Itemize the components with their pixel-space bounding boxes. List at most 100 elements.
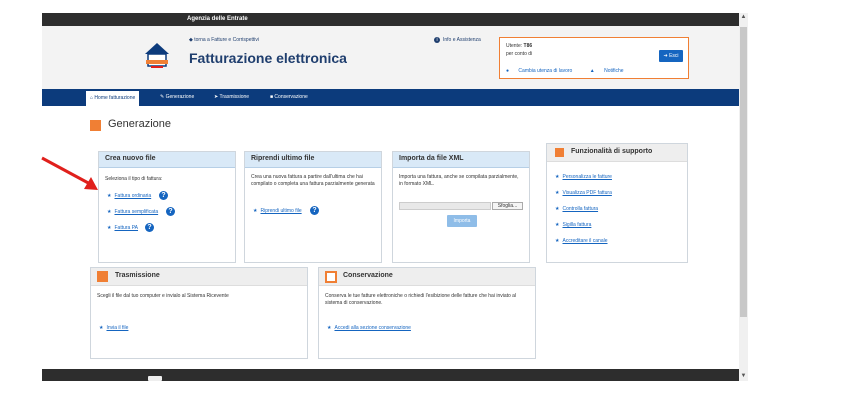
link-label: Accreditare il canale [562, 238, 608, 244]
user-actions: ● Cambia utenza di lavoro ▲ Notifiche [506, 68, 640, 74]
page-footer [42, 369, 739, 381]
support-link-customize[interactable]: ★ Personalizza le fatture [555, 174, 612, 180]
section-title: Conservazione [343, 272, 393, 279]
nav-transmission-label: Trasmissione [219, 94, 250, 100]
file-path-input[interactable] [399, 202, 491, 210]
link-label: Personalizza le fatture [562, 174, 612, 180]
section-text: Scegli il file dal tuo computer e invial… [97, 293, 229, 299]
section-header: Conservazione [319, 268, 535, 286]
user-label: Utente: [506, 43, 523, 49]
invoice-pa-link[interactable]: ★ Fattura PA [107, 225, 138, 231]
back-link-label: torna a Fatture e Corrispettivi [194, 37, 259, 43]
support-link-check[interactable]: ★ Controlla fattura [555, 206, 598, 212]
link-label: Sigilla fattura [562, 222, 592, 228]
notifications-link[interactable]: ▲ Notifiche [590, 68, 632, 74]
main-nav: ⌂ Home fatturazione ✎ Generazione ➤ Tras… [42, 89, 739, 106]
page-title: Generazione [108, 118, 171, 130]
nav-conservation[interactable]: ■ Conservazione [270, 89, 308, 106]
support-icon [555, 148, 564, 157]
conservation-section: Conservazione Conserva le tue fatture el… [318, 267, 536, 359]
user-line: Utente: T86 [506, 43, 532, 49]
send-box-icon [97, 271, 108, 282]
link-label: Fattura ordinaria [114, 193, 152, 199]
star-icon: ★ [107, 193, 112, 199]
card-header: Riprendi ultimo file [245, 152, 381, 168]
card-header: Importa da file XML [393, 152, 529, 168]
invoice-simplified-link[interactable]: ★ Fattura semplificata [107, 209, 158, 215]
send-file-link[interactable]: ★ Invia il file [99, 325, 128, 331]
link-label: Controlla fattura [562, 206, 599, 212]
browser-viewport: Agenzia delle Entrate ◆ torna a Fatture … [42, 13, 739, 381]
card-text: Importa una fattura, anche se compilata … [399, 174, 519, 187]
nav-transmission[interactable]: ➤ Trasmissione [214, 89, 249, 106]
info-assistance-link[interactable]: i Info e Assistenza [434, 37, 481, 43]
star-icon: ★ [555, 174, 560, 180]
star-icon: ★ [555, 222, 560, 228]
star-icon: ★ [253, 208, 258, 214]
conservation-access-link[interactable]: ★ Accedi alla sezione conservazione [327, 325, 411, 331]
star-icon: ★ [555, 238, 560, 244]
import-xml-card: Importa da file XML Importa una fattura,… [392, 151, 530, 263]
star-icon: ★ [99, 325, 104, 331]
vertical-scrollbar[interactable]: ▲ ▼ [739, 13, 748, 381]
help-icon[interactable]: ? [166, 207, 175, 216]
section-title: Trasmissione [115, 272, 160, 279]
pencil-box-icon [90, 120, 101, 131]
red-annotation-arrow-icon [41, 156, 98, 190]
help-icon[interactable]: ? [159, 191, 168, 200]
user-panel: Utente: T86 per conto di ➜ Esci ● Cambia… [499, 37, 689, 79]
link-label: Fattura PA [114, 225, 139, 231]
card-title: Funzionalità di supporto [571, 148, 653, 155]
nav-home[interactable]: ⌂ Home fatturazione [86, 91, 140, 106]
link-label: Visualizza PDF fattura [562, 190, 612, 196]
card-text: Seleziona il tipo di fattura: [105, 176, 163, 182]
star-icon: ★ [327, 325, 332, 331]
notifications-label: Notifiche [604, 68, 624, 74]
footer-chip [148, 376, 162, 381]
resume-last-file-card: Riprendi ultimo file Crea una nuova fatt… [244, 151, 382, 263]
resume-last-file-link[interactable]: ★ Riprendi ultimo file [253, 208, 302, 214]
support-link-channel[interactable]: ★ Accreditare il canale [555, 238, 608, 244]
page-header: ◆ torna a Fatture e Corrispettivi Fattur… [42, 26, 739, 89]
card-title: Importa da file XML [399, 155, 464, 162]
back-to-invoices-link[interactable]: ◆ torna a Fatture e Corrispettivi [189, 37, 259, 43]
file-picker: Sfoglia... [399, 202, 523, 210]
archive-box-icon [325, 271, 337, 283]
link-label: Accedi alla sezione conservazione [334, 325, 411, 331]
nav-conservation-label: Conservazione [274, 94, 308, 100]
star-icon: ★ [107, 209, 112, 215]
create-new-file-card: Crea nuovo file Seleziona il tipo di fat… [98, 151, 236, 263]
info-icon: i [434, 37, 440, 43]
link-label: Riprendi ultimo file [260, 208, 302, 214]
info-link-label: Info e Assistenza [443, 37, 481, 43]
scroll-up-arrow-icon[interactable]: ▲ [739, 13, 748, 22]
card-header: Funzionalità di supporto [547, 144, 687, 162]
transmission-section: Trasmissione Scegli il file dal tuo comp… [90, 267, 308, 359]
invoice-ordinary-link[interactable]: ★ Fattura ordinaria [107, 193, 151, 199]
section-header: Trasmissione [91, 268, 307, 286]
support-link-pdf[interactable]: ★ Visualizza PDF fattura [555, 190, 612, 196]
section-text: Conserva le tue fatture elettroniche o r… [325, 293, 517, 306]
scroll-down-arrow-icon[interactable]: ▼ [739, 372, 748, 381]
card-header: Crea nuovo file [99, 152, 235, 168]
exit-button[interactable]: ➜ Esci [659, 50, 683, 62]
exit-button-label: Esci [669, 53, 679, 59]
star-icon: ★ [555, 190, 560, 196]
users-icon: ● [506, 68, 511, 74]
scrollbar-thumb[interactable] [740, 27, 747, 317]
import-button[interactable]: Importa [447, 215, 477, 227]
help-icon[interactable]: ? [310, 206, 319, 215]
nav-generation-label: Generazione [165, 94, 195, 100]
user-code: T86 [523, 43, 533, 49]
support-link-seal[interactable]: ★ Sigilla fattura [555, 222, 591, 228]
on-behalf-text: per conto di [506, 51, 533, 57]
card-text: Crea una nuova fattura a partire dall'ul… [251, 174, 375, 187]
nav-generation[interactable]: ✎ Generazione [160, 89, 194, 106]
card-title: Crea nuovo file [105, 155, 156, 162]
support-functions-card: Funzionalità di supporto ★ Personalizza l… [546, 143, 688, 263]
browse-button[interactable]: Sfoglia... [492, 202, 523, 210]
help-icon[interactable]: ? [145, 223, 154, 232]
star-icon: ★ [107, 225, 112, 231]
bell-icon: ▲ [589, 68, 597, 74]
change-user-link[interactable]: ● Cambia utenza di lavoro [506, 68, 580, 74]
